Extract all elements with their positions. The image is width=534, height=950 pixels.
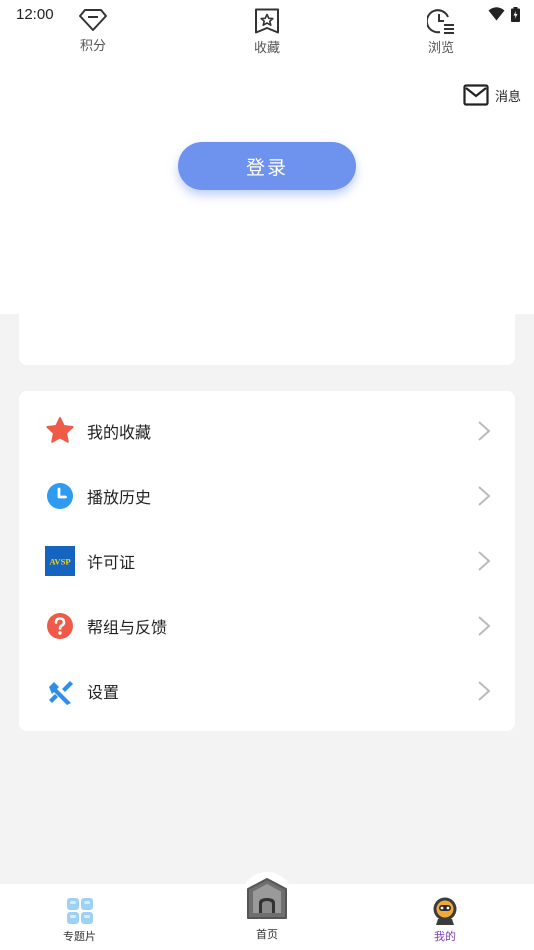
- chevron-right-icon: [478, 681, 491, 702]
- star-bookmark-icon: [255, 8, 279, 34]
- wifi-icon: [488, 7, 505, 21]
- avsp-logo-text: AVSP: [49, 556, 70, 566]
- home-icon: [247, 878, 287, 919]
- stat-points[interactable]: 积分: [53, 8, 133, 54]
- avsp-logo-icon: AVSP: [45, 545, 75, 576]
- menu-item-label: 设置: [87, 685, 120, 703]
- stats-card: [19, 278, 515, 365]
- status-icons: [488, 6, 520, 22]
- messages-label: 消息: [494, 88, 521, 104]
- menu-item-label: 许可证: [87, 554, 136, 572]
- wrench-icon: [45, 676, 75, 706]
- nav-item-label: 我的: [434, 931, 456, 943]
- status-time: 12:00: [16, 5, 54, 23]
- menu-item-label: 播放历史: [87, 489, 152, 507]
- star-icon: [45, 416, 75, 446]
- menu-item-help[interactable]: 帮组与反馈: [19, 594, 515, 659]
- nav-item-label: 专题片: [63, 931, 96, 943]
- chevron-right-icon: [478, 486, 491, 506]
- clock-list-icon: [427, 9, 454, 34]
- menu-item-settings[interactable]: 设置: [19, 659, 515, 724]
- mail-icon: [463, 84, 489, 106]
- login-button[interactable]: 登录: [178, 142, 356, 190]
- home-button-circle: [241, 872, 293, 924]
- help-icon: [45, 611, 75, 641]
- menu-item-label: 帮组与反馈: [87, 620, 168, 638]
- stat-favorites[interactable]: 收藏: [227, 8, 307, 56]
- messages-button[interactable]: 消息: [463, 84, 521, 106]
- clock-icon: [45, 481, 75, 511]
- stat-favorites-label: 收藏: [253, 40, 280, 55]
- menu-item-license[interactable]: AVSP 许可证: [19, 528, 515, 593]
- chevron-right-icon: [478, 551, 491, 571]
- nav-item-mine[interactable]: 我的: [432, 897, 458, 944]
- battery-icon: [511, 6, 520, 22]
- stat-browsing-label: 浏览: [427, 40, 454, 55]
- nav-item-home[interactable]: 首页: [241, 872, 293, 942]
- menu-item-favorites[interactable]: 我的收藏: [19, 398, 515, 463]
- nav-item-label: 首页: [256, 929, 278, 941]
- astronaut-icon: [433, 897, 457, 925]
- menu-item-history[interactable]: 播放历史: [19, 463, 515, 528]
- nav-item-topics[interactable]: 专题片: [63, 897, 96, 944]
- stat-points-label: 积分: [79, 38, 106, 53]
- stat-browsing[interactable]: 浏览: [401, 8, 481, 56]
- menu-item-label: 我的收藏: [87, 424, 152, 442]
- menu-card: 我的收藏 播放历史 AVSP 许可证 帮组与反馈 设置: [19, 391, 515, 731]
- grid-icon: [66, 898, 93, 924]
- diamond-icon: [79, 9, 107, 31]
- chevron-right-icon: [478, 420, 491, 441]
- chevron-right-icon: [478, 616, 491, 636]
